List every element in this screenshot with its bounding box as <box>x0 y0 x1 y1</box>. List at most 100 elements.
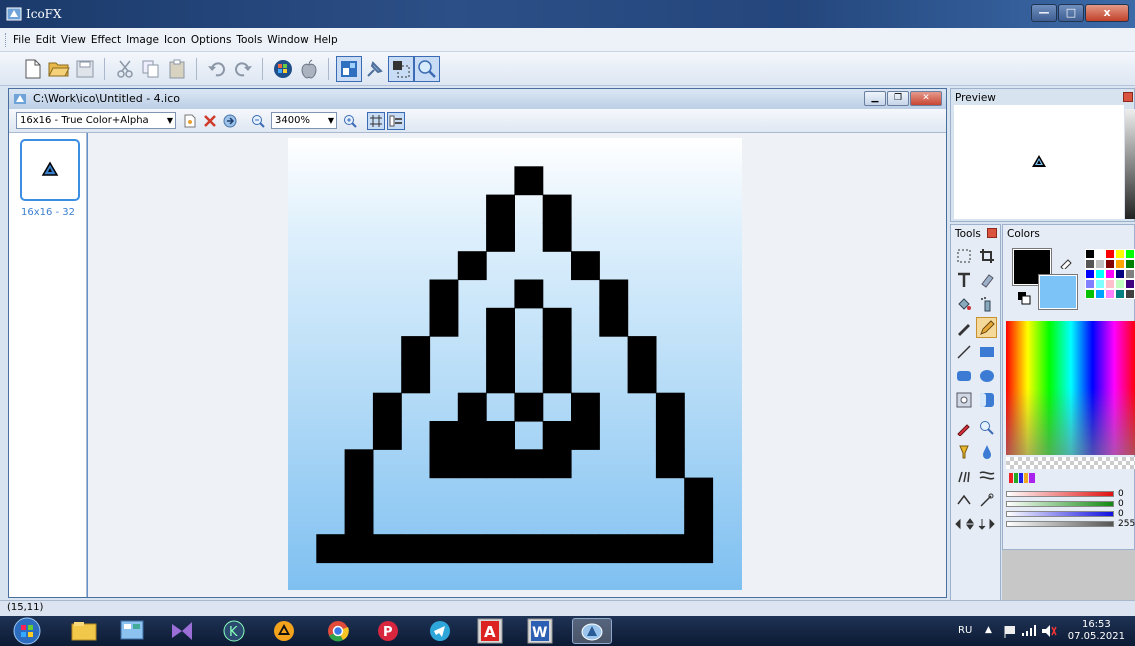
color-picker-icon[interactable] <box>953 417 974 438</box>
pixel[interactable] <box>514 279 544 309</box>
pixel[interactable] <box>627 336 657 365</box>
palette-swatch[interactable] <box>1115 279 1125 289</box>
pixel-canvas[interactable] <box>288 138 742 590</box>
color-mixer-icon[interactable] <box>1009 471 1037 485</box>
new-file-icon[interactable] <box>20 56 46 82</box>
thumbnails-icon[interactable] <box>387 112 405 130</box>
pixel[interactable] <box>429 534 459 564</box>
pixel[interactable] <box>599 307 629 337</box>
sharpen-tool-icon[interactable] <box>953 489 974 510</box>
pixel[interactable] <box>514 166 544 196</box>
pattern-tool-icon[interactable] <box>953 389 974 410</box>
pixel[interactable] <box>372 534 402 564</box>
apple-icon[interactable] <box>296 56 322 82</box>
pixel[interactable] <box>514 449 544 479</box>
language-indicator[interactable]: RU <box>958 625 972 636</box>
pixel[interactable] <box>542 534 572 564</box>
open-folder-icon[interactable] <box>46 56 72 82</box>
pixel[interactable] <box>344 477 374 507</box>
network-flag-icon[interactable] <box>1003 624 1019 638</box>
fill-bucket-icon[interactable] <box>953 293 974 314</box>
word-icon[interactable]: W <box>520 618 560 644</box>
pixel[interactable] <box>316 534 346 564</box>
format-select[interactable]: 16x16 - True Color+Alpha ▼ <box>16 112 176 129</box>
palette-swatch[interactable] <box>1085 269 1095 279</box>
spray-icon[interactable] <box>976 293 997 314</box>
smudge-tool-icon[interactable] <box>953 465 974 486</box>
menu-window[interactable]: Window <box>267 34 308 46</box>
color-slider[interactable]: 0 <box>1006 499 1134 509</box>
rect-select-icon[interactable] <box>953 245 974 266</box>
palette-swatch[interactable] <box>1085 289 1095 299</box>
slider-track[interactable] <box>1006 511 1114 517</box>
delete-image-icon[interactable] <box>201 112 219 130</box>
palette-swatch[interactable] <box>1125 289 1135 299</box>
pixel[interactable] <box>571 392 600 422</box>
pixel[interactable] <box>655 534 685 564</box>
magnifier-tool-icon[interactable] <box>976 417 997 438</box>
slider-track[interactable] <box>1006 521 1114 527</box>
menu-edit[interactable]: Edit <box>36 34 56 46</box>
preview-close-button[interactable] <box>1123 92 1133 102</box>
brush-icon[interactable] <box>953 317 974 338</box>
pixel[interactable] <box>486 449 515 479</box>
menu-effect[interactable]: Effect <box>91 34 121 46</box>
document-close-button[interactable]: ✕ <box>910 91 942 106</box>
pixel[interactable] <box>486 336 515 365</box>
slider-track[interactable] <box>1006 501 1114 507</box>
pixel[interactable] <box>542 222 572 252</box>
pixel[interactable] <box>684 534 714 564</box>
palette-swatch[interactable] <box>1105 289 1115 299</box>
clock[interactable]: 16:53 07.05.2021 <box>1068 619 1125 643</box>
text-tool-icon[interactable] <box>953 269 974 290</box>
icofx-taskbar-button[interactable] <box>572 618 612 644</box>
pixel[interactable] <box>655 449 685 479</box>
pixel[interactable] <box>627 534 657 564</box>
palette-swatch[interactable] <box>1125 279 1135 289</box>
menu-options[interactable]: Options <box>191 34 232 46</box>
line-tool-icon[interactable] <box>953 341 974 362</box>
pixel[interactable] <box>457 392 487 422</box>
tools-close-button[interactable] <box>987 228 997 238</box>
palette-swatch[interactable] <box>1125 249 1135 259</box>
pixel[interactable] <box>514 392 544 422</box>
pixel[interactable] <box>571 534 600 564</box>
color-slider[interactable]: 0 <box>1006 509 1134 519</box>
pixel[interactable] <box>599 279 629 309</box>
image-editor-icon[interactable] <box>336 56 362 82</box>
pixel[interactable] <box>542 336 572 365</box>
color-palette[interactable] <box>1085 249 1135 311</box>
explorer-icon[interactable] <box>64 618 104 644</box>
palette-swatch[interactable] <box>1095 289 1105 299</box>
pixel[interactable] <box>344 505 374 535</box>
maximize-button[interactable]: □ <box>1058 4 1084 22</box>
palette-swatch[interactable] <box>1115 289 1125 299</box>
pixel[interactable] <box>429 449 459 479</box>
palette-swatch[interactable] <box>1095 249 1105 259</box>
pixel[interactable] <box>457 534 487 564</box>
pixel[interactable] <box>344 534 374 564</box>
menu-tools[interactable]: Tools <box>236 34 262 46</box>
move-arrows-icon[interactable] <box>953 513 997 534</box>
palette-swatch[interactable] <box>1085 259 1095 269</box>
palette-swatch[interactable] <box>1115 269 1125 279</box>
paste-icon[interactable] <box>164 56 190 82</box>
pixel[interactable] <box>429 307 459 337</box>
crop-icon[interactable] <box>976 245 997 266</box>
pixel[interactable] <box>684 477 714 507</box>
zoom-icon[interactable] <box>414 56 440 82</box>
menu-view[interactable]: View <box>61 34 86 46</box>
pixel[interactable] <box>457 421 487 450</box>
undo-icon[interactable] <box>204 56 230 82</box>
kaspersky-icon[interactable]: K <box>214 618 254 644</box>
palette-swatch[interactable] <box>1085 279 1095 289</box>
ellipse-tool-icon[interactable] <box>976 365 997 386</box>
copy-icon[interactable] <box>138 56 164 82</box>
blur-tool-icon[interactable] <box>976 441 997 462</box>
pixel[interactable] <box>401 534 431 564</box>
show-hidden-icons-icon[interactable]: ▲ <box>985 625 992 635</box>
pixel[interactable] <box>542 449 572 479</box>
color-spectrum[interactable] <box>1006 321 1135 455</box>
volume-icon[interactable] <box>1041 624 1057 638</box>
zoom-in-icon[interactable] <box>341 112 359 130</box>
